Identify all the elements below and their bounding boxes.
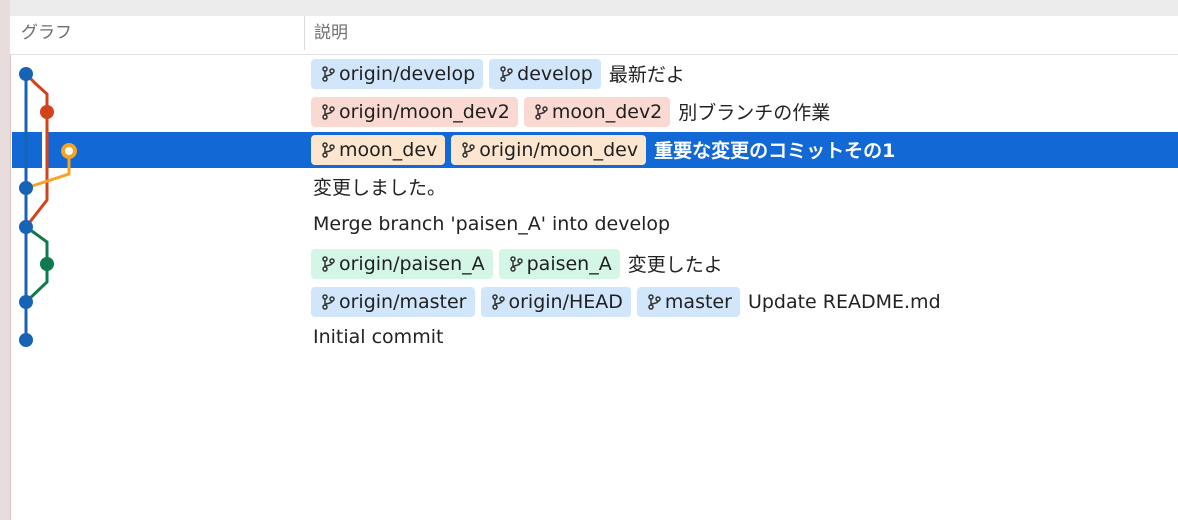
- commit-row-selected[interactable]: moon_dev origin/moon_dev 重要な変更のコミットその1: [311, 131, 895, 168]
- branch-icon: [322, 103, 335, 120]
- commit-node: [19, 295, 33, 309]
- commit-row[interactable]: origin/moon_dev2 moon_dev2 別ブランチの作業: [311, 93, 830, 130]
- branch-badge[interactable]: develop: [489, 58, 601, 89]
- branch-label: moon_dev: [339, 138, 438, 161]
- commit-row[interactable]: 変更しました。: [311, 168, 446, 205]
- commit-message: 変更したよ: [627, 254, 723, 276]
- commit-node-selected-inner: [65, 147, 73, 155]
- commit-row[interactable]: origin/paisen_A paisen_A 変更したよ: [311, 245, 723, 282]
- commit-message: 変更しました。: [313, 177, 447, 199]
- branch-icon: [462, 141, 476, 158]
- commit-message: Initial commit: [313, 325, 444, 348]
- column-divider[interactable]: [304, 16, 305, 50]
- branch-label: paisen_A: [526, 252, 612, 275]
- branch-badge[interactable]: master: [636, 286, 740, 317]
- branch-icon: [322, 293, 335, 310]
- branch-badge[interactable]: origin/paisen_A: [311, 248, 493, 279]
- branch-badge[interactable]: moon_dev: [311, 134, 446, 165]
- branch-label: origin/paisen_A: [339, 252, 485, 275]
- branch-icon: [322, 65, 335, 82]
- branch-badge[interactable]: moon_dev2: [523, 96, 671, 127]
- branch-label: origin/HEAD: [508, 290, 623, 313]
- branch-badge[interactable]: origin/master: [311, 286, 475, 317]
- branch-badge[interactable]: origin/HEAD: [480, 286, 631, 317]
- branch-badge[interactable]: origin/develop: [311, 58, 484, 89]
- commit-graph: [19, 67, 77, 347]
- branch-badge[interactable]: origin/moon_dev2: [311, 96, 518, 127]
- commit-node: [40, 105, 54, 119]
- branch-icon: [500, 65, 513, 82]
- lane-moon-dev2: [24, 72, 49, 228]
- branch-label: origin/develop: [339, 62, 476, 85]
- commit-row[interactable]: Initial commit: [311, 318, 443, 355]
- branch-badge[interactable]: origin/moon_dev: [451, 134, 647, 165]
- commit-node: [19, 333, 33, 347]
- commit-node: [19, 67, 33, 81]
- branch-icon: [322, 141, 335, 158]
- branch-icon: [322, 255, 335, 272]
- branch-icon: [535, 103, 548, 120]
- commit-message: Update README.md: [747, 290, 941, 313]
- commit-node: [19, 181, 33, 195]
- commit-node: [40, 257, 54, 271]
- description-column-header[interactable]: 説明: [314, 16, 348, 54]
- branch-label: master: [664, 290, 732, 313]
- branch-icon: [491, 293, 505, 310]
- branch-label: moon_dev2: [551, 100, 663, 123]
- branch-label: origin/moon_dev: [479, 138, 639, 161]
- branch-label: origin/master: [339, 290, 467, 313]
- branch-icon: [509, 255, 523, 272]
- branch-badge[interactable]: paisen_A: [498, 248, 620, 279]
- commit-message: 別ブランチの作業: [678, 102, 831, 124]
- commit-message: Merge branch 'paisen_A' into develop: [313, 212, 671, 235]
- branch-icon: [648, 293, 661, 310]
- commit-node: [19, 220, 33, 234]
- commit-message: 最新だよ: [608, 64, 685, 86]
- commit-row[interactable]: origin/master origin/HEAD master Update …: [311, 283, 941, 320]
- commit-message: 重要な変更のコミットその1: [654, 140, 896, 162]
- branch-label: origin/moon_dev2: [339, 100, 510, 123]
- branch-label: develop: [517, 62, 593, 85]
- commit-row[interactable]: origin/develop develop 最新だよ: [311, 55, 685, 92]
- commit-row[interactable]: Merge branch 'paisen_A' into develop: [311, 205, 670, 242]
